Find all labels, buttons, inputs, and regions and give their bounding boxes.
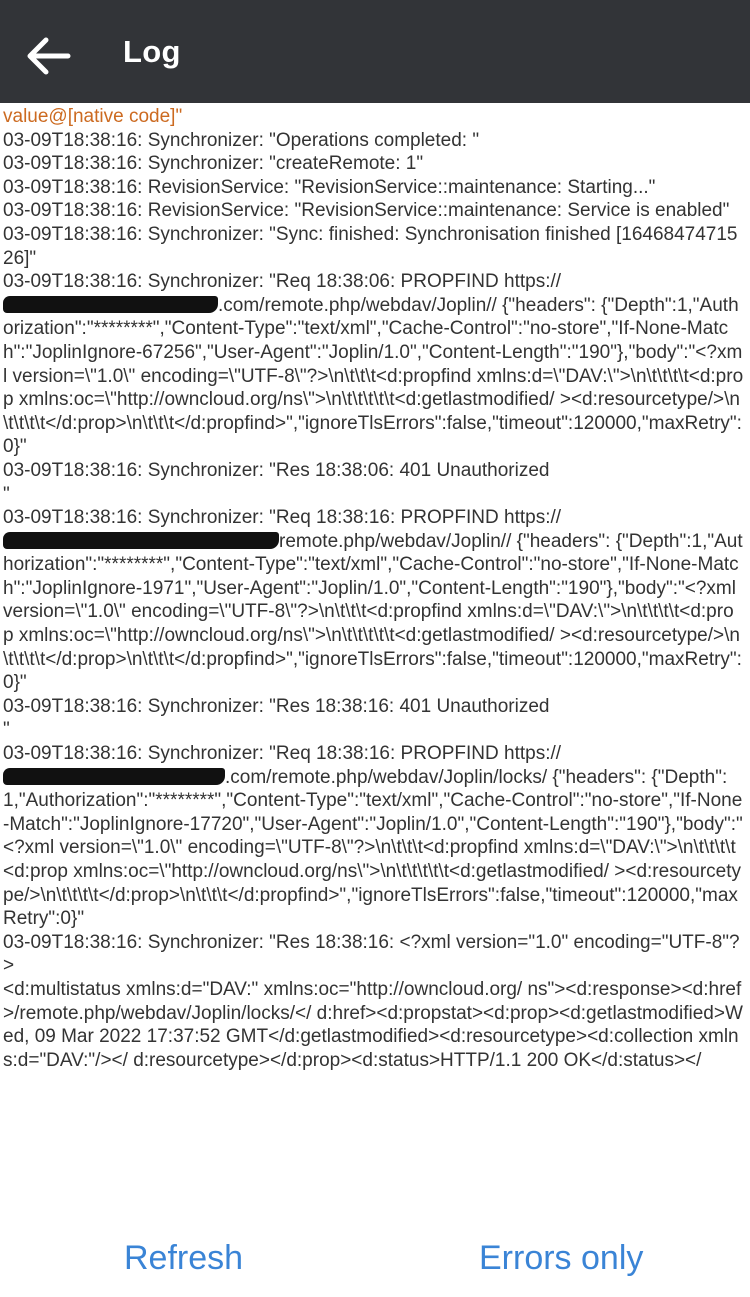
- redaction-mark: [3, 767, 225, 785]
- log-entry: 03-09T18:38:16: Synchronizer: "Req 18:38…: [3, 506, 744, 695]
- log-entry-text: value@[native code]": [3, 106, 183, 127]
- log-entry: 03-09T18:38:16: Synchronizer: "Sync: fin…: [3, 223, 744, 270]
- log-entry-text: 03-09T18:38:16: RevisionService: "Revisi…: [3, 176, 656, 198]
- refresh-button[interactable]: Refresh: [124, 1239, 243, 1278]
- log-entry-text: 03-09T18:38:16: RevisionService: "Revisi…: [3, 200, 730, 222]
- log-entry: 03-09T18:38:16: Synchronizer: "Res 18:38…: [3, 459, 744, 506]
- page-title: Log: [123, 34, 181, 69]
- log-entry-text: 03-09T18:38:16: Synchronizer: "Operation…: [3, 129, 480, 151]
- log-entry-text: 03-09T18:38:16: Synchronizer: "Res 18:38…: [3, 695, 550, 741]
- log-entry: 03-09T18:38:16: Synchronizer: "Req 18:38…: [3, 742, 744, 931]
- arrow-left-icon: [27, 37, 71, 75]
- log-entry-text: 03-09T18:38:16: Synchronizer: "Sync: fin…: [3, 223, 738, 269]
- log-entry: 03-09T18:38:16: Synchronizer: "Res 18:38…: [3, 931, 744, 1073]
- log-entry: 03-09T18:38:16: Synchronizer: "Req 18:38…: [3, 270, 744, 459]
- log-list: value@[native code]" 03-09T18:38:16: Sync…: [0, 103, 750, 1072]
- errors-only-button[interactable]: Errors only: [479, 1239, 643, 1278]
- log-entry-text: 03-09T18:38:16: Synchronizer: "Req 18:38…: [3, 507, 562, 529]
- log-entry-text: 03-09T18:38:16: Synchronizer: "Req 18:38…: [3, 743, 562, 765]
- log-entry-text: 03-09T18:38:16: Synchronizer: "Req 18:38…: [3, 271, 562, 293]
- log-entry: 03-09T18:38:16: RevisionService: "Revisi…: [3, 176, 744, 200]
- log-entry-text: 03-09T18:38:16: Synchronizer: "createRem…: [3, 153, 424, 175]
- log-entry-text: 03-09T18:38:16: Synchronizer: "Res 18:38…: [3, 931, 743, 1071]
- log-entry: 03-09T18:38:16: RevisionService: "Revisi…: [3, 199, 744, 223]
- log-entry-text: 03-09T18:38:16: Synchronizer: "Res 18:38…: [3, 459, 550, 505]
- log-entry: 03-09T18:38:16: Synchronizer: "Operation…: [3, 129, 744, 153]
- log-entry: 03-09T18:38:16: Synchronizer: "Res 18:38…: [3, 695, 744, 742]
- back-button[interactable]: [22, 30, 74, 82]
- app-header: Log: [0, 0, 750, 103]
- redaction-mark: [3, 531, 279, 549]
- log-entry-text-continued: .com/remote.php/webdav/Joplin// {"header…: [3, 294, 744, 458]
- redaction-mark: [3, 295, 218, 313]
- log-entry: 03-09T18:38:16: Synchronizer: "createRem…: [3, 152, 744, 176]
- footer-bar: Refresh Errors only: [0, 1223, 750, 1297]
- log-entry-text-continued: remote.php/webdav/Joplin// {"headers": {…: [3, 530, 743, 694]
- log-view[interactable]: value@[native code]" 03-09T18:38:16: Sync…: [0, 103, 750, 1223]
- log-entry-text-continued: .com/remote.php/webdav/Joplin/locks/ {"h…: [3, 766, 743, 930]
- log-entry: value@[native code]": [3, 105, 744, 129]
